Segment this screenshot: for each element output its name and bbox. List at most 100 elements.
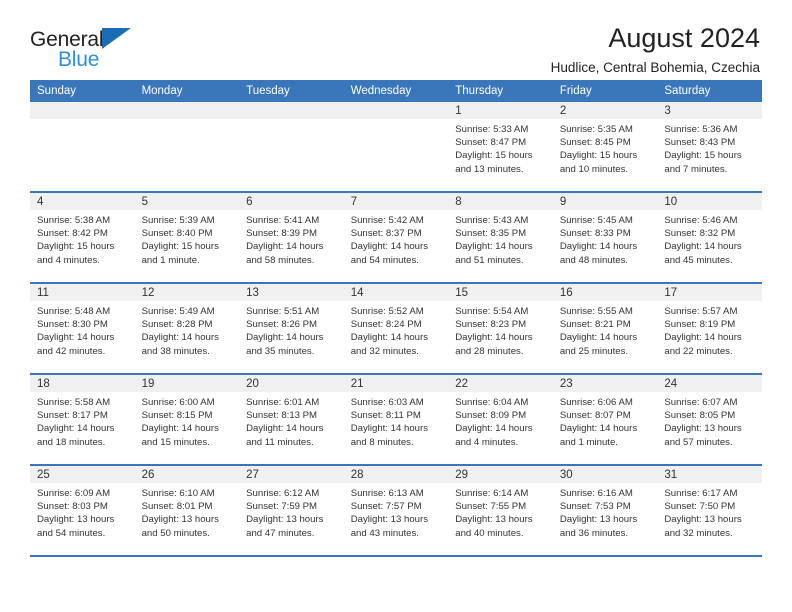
sunset-text: Sunset: 8:33 PM bbox=[559, 228, 631, 240]
calendar-day-cell[interactable]: 31 Sunrise: 6:17 AM Sunset: 7:50 PM Dayligh… bbox=[657, 464, 762, 557]
daylight-text: Daylight: 14 hours and 58 minutes. bbox=[246, 241, 324, 266]
calendar-day-cell[interactable]: 27 Sunrise: 6:12 AM Sunset: 7:59 PM Dayligh… bbox=[239, 464, 344, 557]
day-details: Sunrise: 5:33 AM Sunset: 8:47 PM Daylight:… bbox=[448, 119, 553, 176]
day-number: 29 bbox=[448, 466, 553, 483]
sunset-text: Sunset: 7:53 PM bbox=[559, 501, 631, 513]
day-number bbox=[239, 102, 344, 119]
day-number: 6 bbox=[239, 193, 344, 210]
calendar-day-cell[interactable]: 7 Sunrise: 5:42 AM Sunset: 8:37 PM Daylight… bbox=[343, 191, 449, 283]
calendar-day-cell[interactable]: 18 Sunrise: 5:58 AM Sunset: 8:17 PM Dayligh… bbox=[30, 373, 135, 465]
calendar-day-cell[interactable]: 11 Sunrise: 5:48 AM Sunset: 8:30 PM Dayligh… bbox=[30, 282, 135, 374]
sunset-text: Sunset: 7:55 PM bbox=[455, 501, 527, 513]
day-details: Sunrise: 5:43 AM Sunset: 8:35 PM Daylight:… bbox=[448, 210, 553, 267]
calendar-day-cell[interactable]: 19 Sunrise: 6:00 AM Sunset: 8:15 PM Dayligh… bbox=[134, 373, 240, 465]
day-details: Sunrise: 5:42 AM Sunset: 8:37 PM Daylight:… bbox=[344, 210, 449, 267]
day-number: 18 bbox=[30, 375, 135, 392]
daylight-text: Daylight: 14 hours and 15 minutes. bbox=[141, 423, 219, 448]
daylight-text: Daylight: 14 hours and 38 minutes. bbox=[141, 332, 219, 357]
daylight-text: Daylight: 14 hours and 22 minutes. bbox=[664, 332, 742, 357]
calendar-day-cell[interactable]: 6 Sunrise: 5:41 AM Sunset: 8:39 PM Daylight… bbox=[239, 191, 344, 283]
daylight-text: Daylight: 14 hours and 18 minutes. bbox=[37, 423, 115, 448]
sunrise-text: Sunrise: 5:51 AM bbox=[246, 306, 320, 317]
sunset-text: Sunset: 8:42 PM bbox=[37, 228, 108, 240]
sunset-text: Sunset: 8:09 PM bbox=[455, 410, 527, 422]
sunset-text: Sunset: 8:23 PM bbox=[455, 319, 527, 331]
calendar-day-cell[interactable]: 13 Sunrise: 5:51 AM Sunset: 8:26 PM Dayligh… bbox=[239, 282, 344, 374]
calendar-day-cell[interactable]: 3 Sunrise: 5:36 AM Sunset: 8:43 PM Daylight… bbox=[657, 102, 762, 192]
daylight-text: Daylight: 14 hours and 54 minutes. bbox=[350, 241, 429, 266]
calendar-day-cell[interactable]: 8 Sunrise: 5:43 AM Sunset: 8:35 PM Daylight… bbox=[448, 191, 553, 283]
sunset-text: Sunset: 8:05 PM bbox=[664, 410, 736, 422]
daylight-text: Daylight: 14 hours and 8 minutes. bbox=[350, 423, 429, 448]
sunrise-text: Sunrise: 5:48 AM bbox=[37, 306, 111, 317]
weekday-header-tuesday: Tuesday bbox=[239, 80, 344, 102]
sunset-text: Sunset: 7:50 PM bbox=[664, 501, 736, 513]
weekday-header-thursday: Thursday bbox=[448, 80, 553, 102]
sunrise-text: Sunrise: 5:54 AM bbox=[455, 306, 529, 317]
sunrise-text: Sunrise: 6:04 AM bbox=[455, 397, 529, 408]
sunset-text: Sunset: 8:32 PM bbox=[664, 228, 736, 240]
calendar-day-cell[interactable]: 14 Sunrise: 5:52 AM Sunset: 8:24 PM Dayligh… bbox=[343, 282, 449, 374]
calendar-day-cell[interactable]: 30 Sunrise: 6:16 AM Sunset: 7:53 PM Dayligh… bbox=[552, 464, 658, 557]
daylight-text: Daylight: 14 hours and 51 minutes. bbox=[455, 241, 533, 266]
sunrise-text: Sunrise: 6:16 AM bbox=[559, 488, 633, 499]
calendar-day-cell[interactable]: 29 Sunrise: 6:14 AM Sunset: 7:55 PM Dayligh… bbox=[448, 464, 553, 557]
calendar-week-row: 25 Sunrise: 6:09 AM Sunset: 8:03 PM Dayligh… bbox=[30, 464, 762, 557]
sunset-text: Sunset: 8:43 PM bbox=[664, 137, 736, 149]
calendar-page: General Blue August 2024 Hudlice, Centra… bbox=[0, 0, 792, 612]
day-details: Sunrise: 5:57 AM Sunset: 8:19 PM Daylight:… bbox=[657, 301, 762, 358]
logo-top-row: General bbox=[30, 28, 148, 50]
sunset-text: Sunset: 8:07 PM bbox=[559, 410, 631, 422]
calendar-day-cell[interactable]: 5 Sunrise: 5:39 AM Sunset: 8:40 PM Daylight… bbox=[134, 191, 240, 283]
general-blue-logo[interactable]: General Blue bbox=[30, 24, 148, 70]
sunset-text: Sunset: 8:13 PM bbox=[246, 410, 318, 422]
day-number: 30 bbox=[552, 466, 658, 483]
calendar-day-cell[interactable]: 23 Sunrise: 6:06 AM Sunset: 8:07 PM Dayligh… bbox=[552, 373, 658, 465]
sunset-text: Sunset: 8:37 PM bbox=[350, 228, 422, 240]
calendar-table: Sunday Monday Tuesday Wednesday Thursday… bbox=[30, 80, 762, 557]
day-number: 25 bbox=[30, 466, 135, 483]
sunset-text: Sunset: 8:39 PM bbox=[246, 228, 318, 240]
calendar-week-row: 11 Sunrise: 5:48 AM Sunset: 8:30 PM Dayligh… bbox=[30, 282, 762, 374]
calendar-day-cell[interactable]: 2 Sunrise: 5:35 AM Sunset: 8:45 PM Daylight… bbox=[552, 102, 658, 192]
calendar-day-cell[interactable]: 17 Sunrise: 5:57 AM Sunset: 8:19 PM Dayligh… bbox=[657, 282, 762, 374]
calendar-day-cell[interactable]: 16 Sunrise: 5:55 AM Sunset: 8:21 PM Dayligh… bbox=[552, 282, 658, 374]
calendar-day-cell[interactable]: 9 Sunrise: 5:45 AM Sunset: 8:33 PM Daylight… bbox=[552, 191, 658, 283]
sunset-text: Sunset: 8:30 PM bbox=[37, 319, 108, 331]
calendar-day-cell[interactable]: 1 Sunrise: 5:33 AM Sunset: 8:47 PM Daylight… bbox=[448, 102, 553, 192]
calendar-day-cell-empty bbox=[343, 102, 449, 192]
sunset-text: Sunset: 8:21 PM bbox=[559, 319, 631, 331]
calendar-day-cell[interactable]: 25 Sunrise: 6:09 AM Sunset: 8:03 PM Dayligh… bbox=[30, 464, 135, 557]
calendar-day-cell[interactable]: 22 Sunrise: 6:04 AM Sunset: 8:09 PM Dayligh… bbox=[448, 373, 553, 465]
calendar-day-cell[interactable]: 15 Sunrise: 5:54 AM Sunset: 8:23 PM Dayligh… bbox=[448, 282, 553, 374]
calendar-day-cell[interactable]: 28 Sunrise: 6:13 AM Sunset: 7:57 PM Dayligh… bbox=[343, 464, 449, 557]
sunrise-text: Sunrise: 5:55 AM bbox=[559, 306, 633, 317]
calendar-day-cell[interactable]: 26 Sunrise: 6:10 AM Sunset: 8:01 PM Dayligh… bbox=[134, 464, 240, 557]
weekday-header-wednesday: Wednesday bbox=[343, 80, 449, 102]
sunrise-text: Sunrise: 5:57 AM bbox=[664, 306, 738, 317]
calendar-day-cell[interactable]: 20 Sunrise: 6:01 AM Sunset: 8:13 PM Dayligh… bbox=[239, 373, 344, 465]
sunrise-text: Sunrise: 6:10 AM bbox=[141, 488, 215, 499]
sunrise-text: Sunrise: 5:52 AM bbox=[350, 306, 424, 317]
day-details: Sunrise: 5:52 AM Sunset: 8:24 PM Daylight:… bbox=[344, 301, 449, 358]
day-number bbox=[30, 102, 135, 119]
day-details: Sunrise: 6:10 AM Sunset: 8:01 PM Daylight:… bbox=[135, 483, 240, 540]
sunrise-text: Sunrise: 6:00 AM bbox=[141, 397, 215, 408]
calendar-day-cell[interactable]: 12 Sunrise: 5:49 AM Sunset: 8:28 PM Dayligh… bbox=[134, 282, 240, 374]
day-number: 22 bbox=[448, 375, 553, 392]
calendar-week-row: 4 Sunrise: 5:38 AM Sunset: 8:42 PM Daylight… bbox=[30, 191, 762, 283]
sunrise-text: Sunrise: 6:12 AM bbox=[246, 488, 320, 499]
day-number: 8 bbox=[448, 193, 553, 210]
sunset-text: Sunset: 8:40 PM bbox=[141, 228, 213, 240]
calendar-day-cell[interactable]: 24 Sunrise: 6:07 AM Sunset: 8:05 PM Dayligh… bbox=[657, 373, 762, 465]
daylight-text: Daylight: 13 hours and 32 minutes. bbox=[664, 514, 742, 539]
day-details: Sunrise: 6:12 AM Sunset: 7:59 PM Daylight:… bbox=[239, 483, 344, 540]
sunset-text: Sunset: 8:11 PM bbox=[350, 410, 421, 422]
calendar-day-cell[interactable]: 21 Sunrise: 6:03 AM Sunset: 8:11 PM Dayligh… bbox=[343, 373, 449, 465]
day-number: 24 bbox=[657, 375, 762, 392]
calendar-day-cell[interactable]: 4 Sunrise: 5:38 AM Sunset: 8:42 PM Daylight… bbox=[30, 191, 135, 283]
day-number: 11 bbox=[30, 284, 135, 301]
sunset-text: Sunset: 8:47 PM bbox=[455, 137, 527, 149]
calendar-day-cell[interactable]: 10 Sunrise: 5:46 AM Sunset: 8:32 PM Dayligh… bbox=[657, 191, 762, 283]
daylight-text: Daylight: 13 hours and 47 minutes. bbox=[246, 514, 324, 539]
